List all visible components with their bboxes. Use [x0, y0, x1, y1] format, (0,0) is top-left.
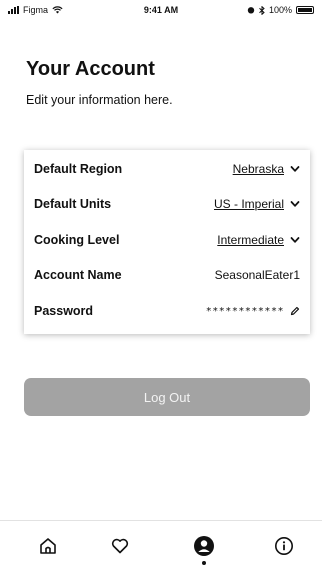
setting-row-account: Account Name SeasonalEater1: [34, 263, 300, 287]
setting-row-cooking[interactable]: Cooking Level Intermediate: [34, 228, 300, 252]
battery-percent: 100%: [268, 5, 292, 15]
bluetooth-icon: [259, 5, 265, 15]
cooking-value[interactable]: Intermediate: [217, 233, 284, 247]
page-title: Your Account: [26, 58, 155, 80]
chevron-down-icon[interactable]: [290, 235, 300, 245]
tab-home[interactable]: [33, 531, 63, 561]
status-bar: Figma 9:41 AM 100%: [0, 0, 322, 22]
account-value-wrap: SeasonalEater1: [215, 268, 300, 282]
password-label: Password: [34, 304, 94, 318]
units-dropdown[interactable]: US - Imperial: [214, 197, 300, 211]
home-icon[interactable]: [38, 536, 58, 556]
password-value[interactable]: ************: [206, 306, 284, 317]
settings-card: Default Region Nebraska Default Units US…: [24, 150, 310, 334]
alarm-icon: [247, 7, 255, 14]
tab-account[interactable]: [189, 531, 219, 565]
region-label: Default Region: [34, 162, 123, 176]
info-icon[interactable]: [274, 536, 294, 556]
status-right: 100%: [247, 5, 314, 15]
logout-button[interactable]: Log Out: [24, 378, 310, 416]
pencil-icon[interactable]: [290, 306, 300, 316]
user-icon[interactable]: [193, 535, 215, 557]
region-dropdown[interactable]: Nebraska: [233, 162, 300, 176]
units-value[interactable]: US - Imperial: [214, 197, 284, 211]
cooking-dropdown[interactable]: Intermediate: [217, 233, 300, 247]
setting-row-units[interactable]: Default Units US - Imperial: [34, 192, 300, 216]
units-label: Default Units: [34, 197, 112, 211]
region-value[interactable]: Nebraska: [233, 162, 284, 176]
password-field[interactable]: ************: [206, 306, 300, 317]
battery-icon: [296, 6, 314, 14]
heart-icon[interactable]: [110, 536, 130, 556]
tab-info[interactable]: [269, 531, 299, 561]
account-label: Account Name: [34, 268, 122, 282]
cooking-label: Cooking Level: [34, 233, 120, 247]
active-indicator: [202, 561, 206, 565]
chevron-down-icon[interactable]: [290, 199, 300, 209]
page-subtitle: Edit your information here.: [26, 93, 173, 107]
setting-row-region[interactable]: Default Region Nebraska: [34, 157, 300, 181]
account-value: SeasonalEater1: [214, 268, 300, 282]
tab-bar: [0, 520, 322, 572]
tab-favorites[interactable]: [105, 531, 135, 561]
chevron-down-icon[interactable]: [290, 164, 300, 174]
setting-row-password[interactable]: Password ************: [34, 299, 300, 323]
